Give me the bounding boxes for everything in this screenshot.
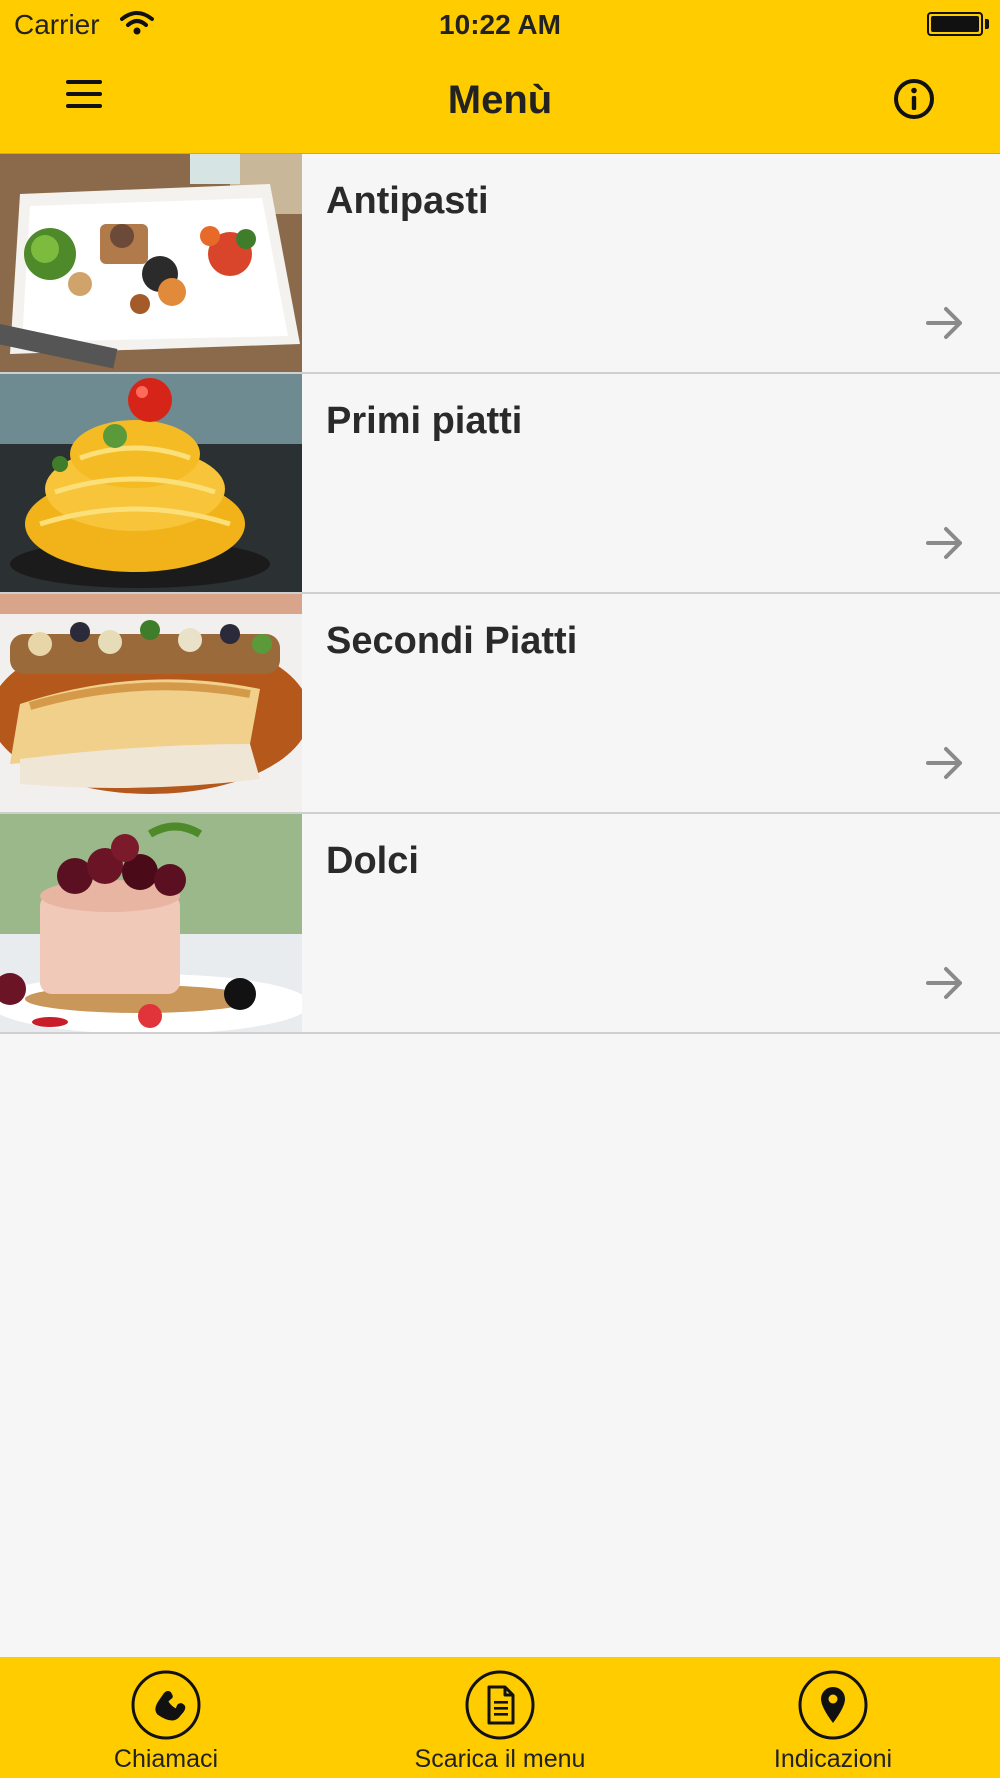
menu-list: Antipasti Primi piatti Secondi Piatti Do… [0, 154, 1000, 1034]
hamburger-icon[interactable] [66, 80, 102, 114]
menu-item-dolci[interactable]: Dolci [0, 814, 1000, 1034]
tab-bar: Chiamaci Scarica il menu Indicazioni [0, 1657, 1000, 1778]
tab-label: Indicazioni [773, 1745, 893, 1773]
tab-scarica-il-menu[interactable]: Scarica il menu [400, 1669, 600, 1774]
antipasti-plate-photo [0, 154, 302, 372]
cherry-mousse-cake-photo [0, 814, 302, 1032]
page-title: Menù [447, 78, 553, 122]
tab-label: Scarica il menu [414, 1745, 586, 1773]
document-icon [465, 1670, 535, 1740]
menu-item-primi-piatti[interactable]: Primi piatti [0, 374, 1000, 594]
tab-label: Chiamaci [113, 1745, 219, 1773]
status-time: 10:22 AM [439, 9, 561, 40]
navigation-bar: Carrier 10:22 AM Menù [0, 0, 1000, 154]
menu-item-label: Secondi Piatti [326, 620, 578, 662]
arrow-right-icon [926, 967, 962, 999]
battery-tip [985, 19, 989, 29]
info-icon[interactable] [893, 78, 935, 120]
menu-item-label: Antipasti [326, 180, 489, 222]
phone-icon [131, 1670, 201, 1740]
tab-indicazioni[interactable]: Indicazioni [733, 1669, 933, 1774]
menu-item-secondi-piatti[interactable]: Secondi Piatti [0, 594, 1000, 814]
status-bar: Carrier 10:22 AM [0, 0, 1000, 50]
battery-icon [927, 12, 983, 36]
menu-item-label: Primi piatti [326, 400, 523, 442]
grilled-fish-photo [0, 594, 302, 812]
spaghetti-tower-photo [0, 374, 302, 592]
arrow-right-icon [926, 527, 962, 559]
tab-chiamaci[interactable]: Chiamaci [66, 1669, 266, 1774]
menu-item-label: Dolci [326, 840, 419, 882]
menu-item-antipasti[interactable]: Antipasti [0, 154, 1000, 374]
map-pin-icon [798, 1670, 868, 1740]
arrow-right-icon [926, 307, 962, 339]
arrow-right-icon [926, 747, 962, 779]
